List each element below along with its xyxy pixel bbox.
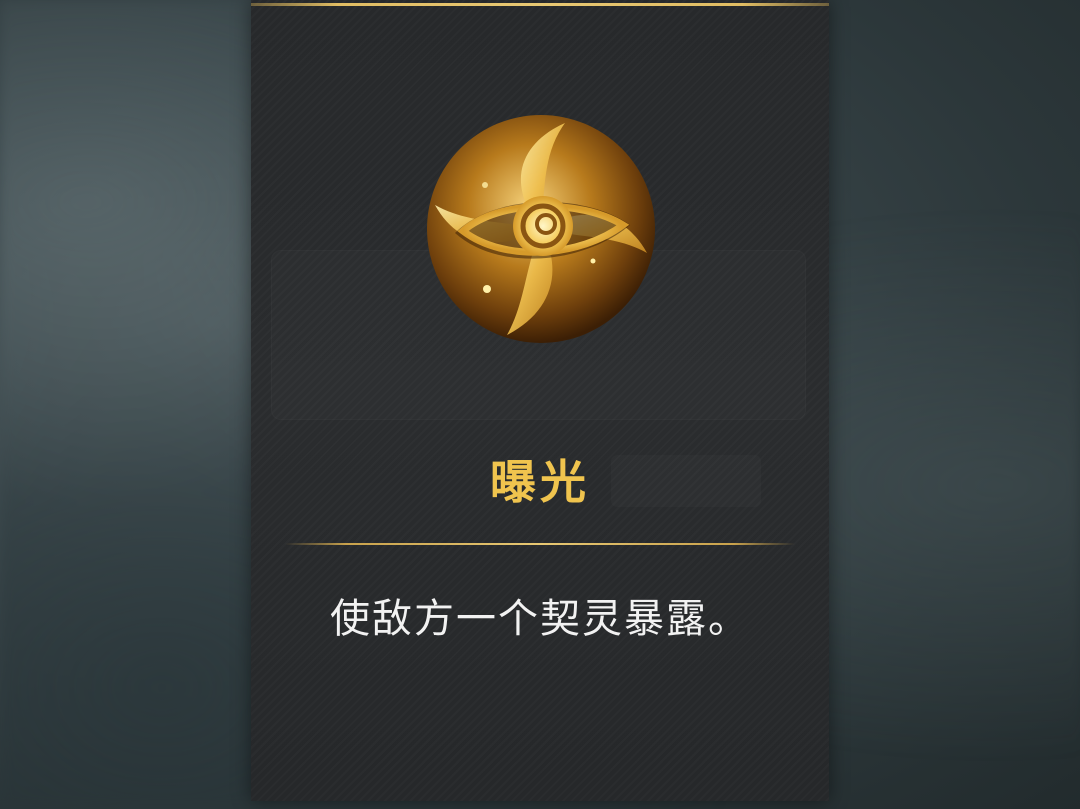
gold-divider — [285, 543, 795, 545]
skill-detail-panel: 曝光 使敌方一个契灵暴露。 — [251, 0, 829, 801]
golden-eye-icon — [427, 115, 655, 343]
panel-top-gold-line — [251, 3, 829, 6]
skill-description: 使敌方一个契灵暴露。 — [330, 596, 750, 642]
skill-name: 曝光 — [490, 455, 590, 509]
